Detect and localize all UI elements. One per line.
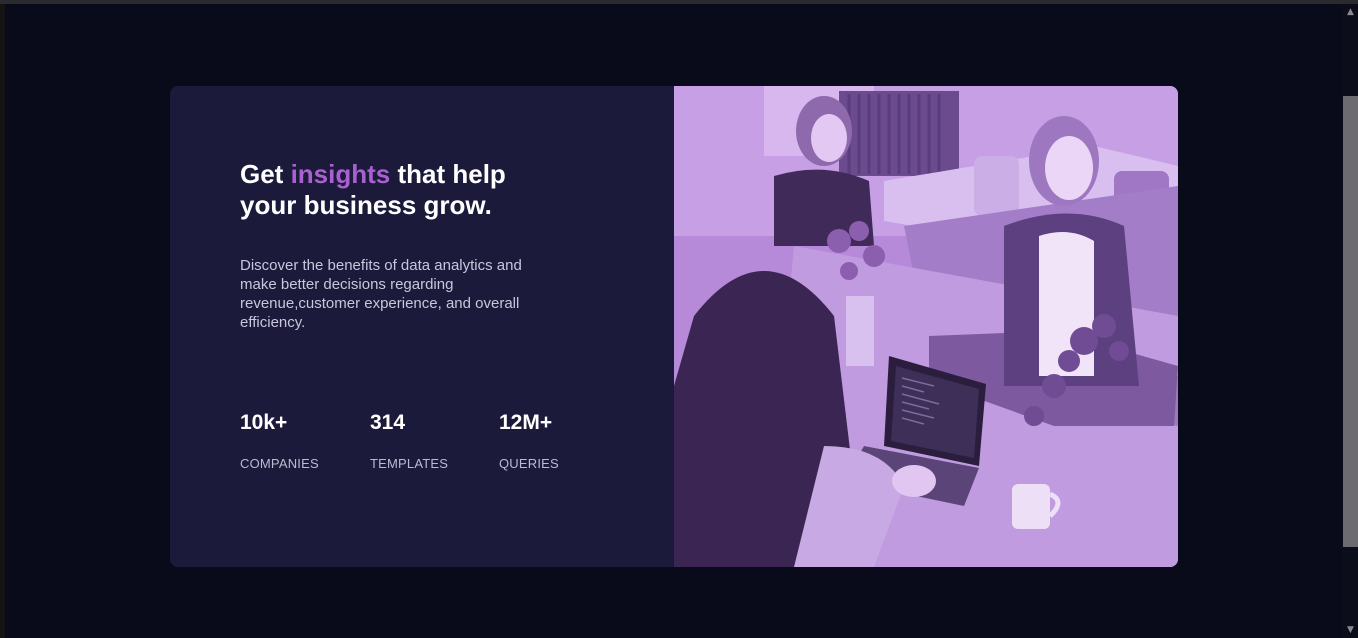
chevron-down-icon[interactable]: ▼ [1343,624,1358,636]
office-photo-illustration [674,86,1178,567]
stat-label: COMPANIES [240,456,319,471]
insights-card: Get insights that help your business gro… [170,86,1178,567]
stat-label: QUERIES [499,456,559,471]
stat-companies: 10k+ COMPANIES [240,410,319,471]
stat-value: 314 [370,411,406,434]
window-top-border [0,0,1358,4]
headline-part1: Get [240,159,291,189]
stat-label: TEMPLATES [370,456,449,471]
scrollbar-thumb[interactable] [1343,96,1358,547]
headline: Get insights that help your business gro… [240,159,540,221]
description: Discover the benefits of data analytics … [240,257,522,331]
card-text-panel: Get insights that help your business gro… [170,86,674,567]
stat-queries: 12M+ QUERIES [499,410,559,471]
stat-value: 12M+ [499,411,553,434]
office-photo-image [674,86,1178,567]
window-left-edge [0,4,5,638]
stat-value: 10k+ [240,411,288,434]
stat-templates: 314 TEMPLATES [370,410,448,471]
chevron-up-icon[interactable]: ▲ [1343,6,1358,18]
headline-accent: insights [290,159,391,189]
